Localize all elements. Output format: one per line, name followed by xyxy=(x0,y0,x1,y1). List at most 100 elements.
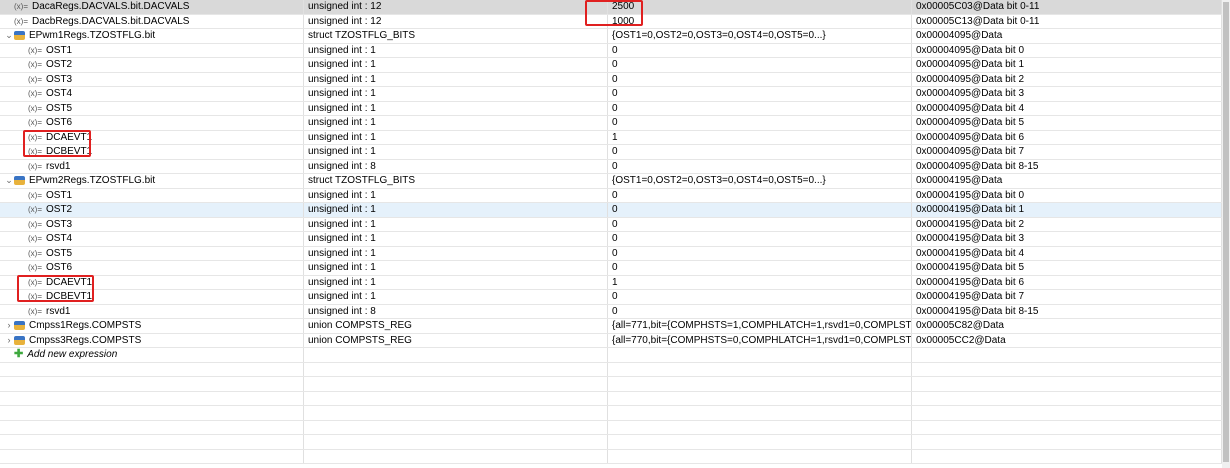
table-row[interactable]: ⌄ EPwm2Regs.TZOSTFLG.bit struct TZOSTFLG_B… xyxy=(0,174,1222,189)
expression-cell[interactable]: (x)= OST2 xyxy=(0,58,304,72)
table-row[interactable]: (x)= OST4 unsigned int : 1 0 0x00004095@Data… xyxy=(0,87,1222,102)
expression-cell[interactable]: (x)= DacaRegs.DACVALS.bit.DACVALS xyxy=(0,0,304,14)
expression-cell[interactable]: ⌄ EPwm1Regs.TZOSTFLG.bit xyxy=(0,29,304,43)
expression-name: Cmpss1Regs.COMPSTS xyxy=(29,320,142,332)
highlight-box-epwm1-dcevt xyxy=(23,130,91,157)
chevron-down-icon[interactable]: ⌄ xyxy=(4,29,14,42)
value-cell[interactable]: 2500 xyxy=(608,0,912,14)
expression-cell[interactable]: › Cmpss1Regs.COMPSTS xyxy=(0,319,304,333)
empty-row xyxy=(0,435,1222,450)
value-cell[interactable]: {all=770,bit={COMPHSTS=0,COMPHLATCH=1,rs… xyxy=(608,333,912,347)
value-cell[interactable]: 0 xyxy=(608,58,912,72)
expression-cell[interactable]: (x)= rsvd1 xyxy=(0,304,304,318)
expression-cell[interactable]: (x)= OST1 xyxy=(0,43,304,57)
vertical-scrollbar[interactable] xyxy=(1222,0,1230,468)
empty-row xyxy=(0,420,1222,435)
value-cell[interactable]: 0 xyxy=(608,72,912,86)
expression-name: DacbRegs.DACVALS.bit.DACVALS xyxy=(32,15,190,27)
table-row[interactable]: (x)= rsvd1 unsigned int : 8 0 0x00004095@Dat… xyxy=(0,159,1222,174)
expression-cell[interactable]: (x)= OST1 xyxy=(0,188,304,202)
value-cell[interactable]: {OST1=0,OST2=0,OST3=0,OST4=0,OST5=0...} xyxy=(608,174,912,188)
table-row[interactable]: (x)= DCBEVT1 unsigned int : 1 0 0x00004195@D… xyxy=(0,290,1222,305)
expression-cell[interactable]: (x)= OST5 xyxy=(0,101,304,115)
empty-cell xyxy=(912,391,1222,405)
value-cell[interactable]: 0 xyxy=(608,159,912,173)
expression-cell[interactable]: (x)= OST4 xyxy=(0,87,304,101)
value-cell[interactable]: 0 xyxy=(608,101,912,115)
value-cell[interactable]: 0 xyxy=(608,246,912,260)
expression-cell[interactable]: (x)= OST6 xyxy=(0,261,304,275)
expression-cell[interactable]: (x)= DacbRegs.DACVALS.bit.DACVALS xyxy=(0,14,304,28)
expression-cell[interactable]: ✚ Add new expression xyxy=(0,348,304,362)
value-cell[interactable]: {OST1=0,OST2=0,OST3=0,OST4=0,OST5=0...} xyxy=(608,29,912,43)
type-cell: unsigned int : 8 xyxy=(304,159,608,173)
expression-cell[interactable]: (x)= rsvd1 xyxy=(0,159,304,173)
value-cell[interactable]: 0 xyxy=(608,304,912,318)
table-row[interactable]: (x)= OST6 unsigned int : 1 0 0x00004195@Data… xyxy=(0,261,1222,276)
value-cell[interactable]: 1 xyxy=(608,130,912,144)
type-cell: unsigned int : 12 xyxy=(304,0,608,14)
empty-cell xyxy=(304,406,608,420)
table-row[interactable]: (x)= DCAEVT1 unsigned int : 1 1 0x00004095@D… xyxy=(0,130,1222,145)
type-cell: unsigned int : 1 xyxy=(304,87,608,101)
table-row[interactable]: (x)= OST3 unsigned int : 1 0 0x00004195@Data… xyxy=(0,217,1222,232)
table-row[interactable]: (x)= OST5 unsigned int : 1 0 0x00004195@Data… xyxy=(0,246,1222,261)
value-cell[interactable]: 1 xyxy=(608,275,912,289)
value-cell[interactable]: 0 xyxy=(608,232,912,246)
type-cell: unsigned int : 1 xyxy=(304,145,608,159)
value-cell[interactable]: 0 xyxy=(608,116,912,130)
add-new-expression[interactable]: Add new expression xyxy=(27,348,117,361)
location-cell: 0x00005C03@Data bit 0-11 xyxy=(912,0,1222,14)
value-cell[interactable]: 0 xyxy=(608,261,912,275)
value-cell[interactable]: 0 xyxy=(608,188,912,202)
table-row[interactable]: ⌄ EPwm1Regs.TZOSTFLG.bit struct TZOSTFLG_B… xyxy=(0,29,1222,44)
value-cell[interactable]: 0 xyxy=(608,290,912,304)
table-row[interactable]: (x)= OST4 unsigned int : 1 0 0x00004195@Data… xyxy=(0,232,1222,247)
table-row[interactable]: (x)= OST1 unsigned int : 1 0 0x00004195@Data… xyxy=(0,188,1222,203)
value-cell[interactable]: {all=771,bit={COMPHSTS=1,COMPHLATCH=1,rs… xyxy=(608,319,912,333)
location-cell: 0x00004195@Data bit 1 xyxy=(912,203,1222,217)
value-cell[interactable]: 0 xyxy=(608,43,912,57)
value-cell[interactable]: 0 xyxy=(608,217,912,231)
expression-cell[interactable]: › Cmpss3Regs.COMPSTS xyxy=(0,333,304,347)
expression-cell[interactable]: (x)= OST4 xyxy=(0,232,304,246)
expression-cell[interactable]: (x)= OST3 xyxy=(0,72,304,86)
struct-icon xyxy=(14,31,25,41)
table-row[interactable]: (x)= OST2 unsigned int : 1 0 0x00004095@Data… xyxy=(0,58,1222,73)
expression-cell[interactable]: ⌄ EPwm2Regs.TZOSTFLG.bit xyxy=(0,174,304,188)
variable-icon: (x)= xyxy=(28,219,42,229)
table-row[interactable]: (x)= OST1 unsigned int : 1 0 0x00004095@Data… xyxy=(0,43,1222,58)
expression-cell[interactable]: (x)= OST5 xyxy=(0,246,304,260)
empty-cell xyxy=(0,362,304,376)
add-expression-row[interactable]: ✚ Add new expression xyxy=(0,348,1222,363)
value-cell[interactable]: 0 xyxy=(608,145,912,159)
variable-icon: (x)= xyxy=(14,16,28,26)
value-cell[interactable]: 0 xyxy=(608,87,912,101)
expression-cell[interactable]: (x)= OST2 xyxy=(0,203,304,217)
variable-icon: (x)= xyxy=(28,248,42,258)
scrollbar-thumb[interactable] xyxy=(1223,2,1229,462)
table-row[interactable]: (x)= OST2 unsigned int : 1 0 0x00004195@Data… xyxy=(0,203,1222,218)
type-cell: unsigned int : 1 xyxy=(304,203,608,217)
empty-cell xyxy=(304,420,608,434)
value-cell[interactable]: 0 xyxy=(608,203,912,217)
table-row[interactable]: › Cmpss1Regs.COMPSTS union COMPSTS_REG {all… xyxy=(0,319,1222,334)
table-row[interactable]: (x)= OST3 unsigned int : 1 0 0x00004095@Data… xyxy=(0,72,1222,87)
empty-cell xyxy=(304,362,608,376)
expression-name: OST6 xyxy=(46,262,73,274)
value-cell[interactable]: 1000 xyxy=(608,14,912,28)
expression-cell[interactable]: (x)= OST3 xyxy=(0,217,304,231)
table-row[interactable]: (x)= DCBEVT1 unsigned int : 1 0 0x00004095@D… xyxy=(0,145,1222,160)
table-row[interactable]: (x)= rsvd1 unsigned int : 8 0 0x00004195@Dat… xyxy=(0,304,1222,319)
table-row[interactable]: (x)= DCAEVT1 unsigned int : 1 1 0x00004195@D… xyxy=(0,275,1222,290)
chevron-right-icon[interactable]: › xyxy=(4,319,14,332)
expression-cell[interactable]: (x)= OST6 xyxy=(0,116,304,130)
type-cell: unsigned int : 1 xyxy=(304,290,608,304)
variable-icon: (x)= xyxy=(28,234,42,244)
table-row[interactable]: (x)= OST6 unsigned int : 1 0 0x00004095@Data… xyxy=(0,116,1222,131)
empty-row xyxy=(0,377,1222,392)
chevron-down-icon[interactable]: ⌄ xyxy=(4,174,14,187)
chevron-right-icon[interactable]: › xyxy=(4,334,14,347)
table-row[interactable]: › Cmpss3Regs.COMPSTS union COMPSTS_REG {all… xyxy=(0,333,1222,348)
table-row[interactable]: (x)= OST5 unsigned int : 1 0 0x00004095@Data… xyxy=(0,101,1222,116)
